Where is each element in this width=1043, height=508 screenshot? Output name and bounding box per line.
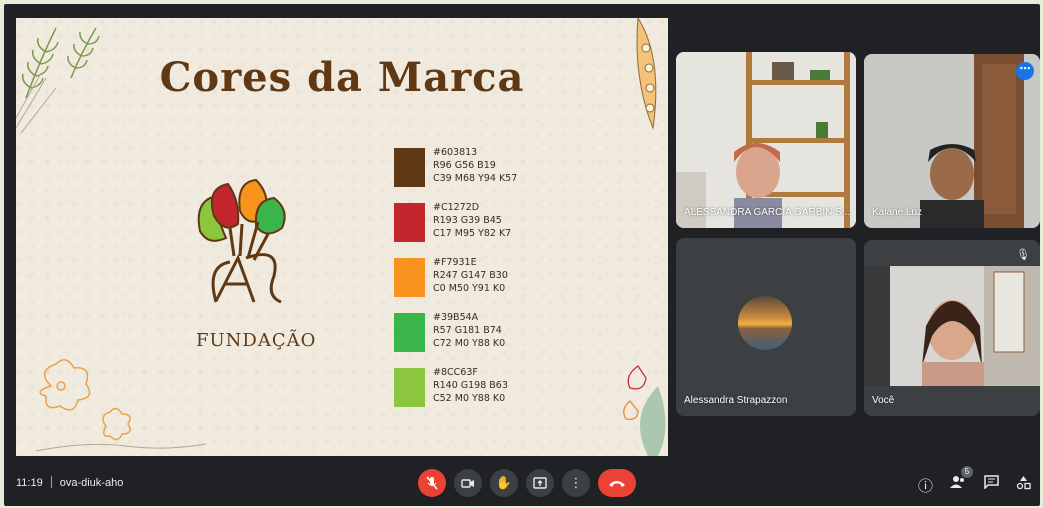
- color-codes: #39B54A R57 G181 B74 C72 M0 Y88 K0: [433, 312, 506, 349]
- foundation-logo-icon: [197, 178, 286, 304]
- camera-icon[interactable]: [454, 469, 482, 497]
- leaf-decoration-icon: [623, 365, 666, 456]
- mic-off-icon: 🎙: [1016, 249, 1030, 261]
- color-chip: [394, 258, 425, 297]
- mic-off-icon[interactable]: [418, 469, 446, 497]
- participant-name: Kaiane Luz: [872, 207, 923, 218]
- leave-call-icon[interactable]: [598, 469, 636, 497]
- raise-hand-icon[interactable]: ✋: [490, 469, 518, 497]
- flower-decoration-icon: [35, 359, 207, 452]
- logo-wordmark: FUNDAÇÃO: [196, 330, 317, 351]
- presentation-slide: Cores da Marca FUNDAÇÃO #603813 R96 G56 B…: [16, 18, 668, 456]
- participant-tile[interactable]: Alessandra Strapazzon: [676, 238, 856, 416]
- color-codes: #F7931E R247 G147 B30 C0 M50 Y91 K0: [433, 257, 508, 294]
- slide-title: Cores da Marca: [159, 54, 525, 101]
- meet-window: Cores da Marca FUNDAÇÃO #603813 R96 G56 B…: [4, 4, 1040, 506]
- people-icon[interactable]: [950, 475, 966, 493]
- info-icon[interactable]: ⓘ: [918, 475, 933, 496]
- participant-name: ALESSANDRA GARCIA GARBIN S...: [684, 207, 851, 218]
- present-screen-icon[interactable]: [526, 469, 554, 497]
- color-codes: #C1272D R193 G39 B45 C17 M95 Y82 K7: [433, 202, 512, 239]
- participant-video: [676, 52, 856, 228]
- current-time: 11:19: [16, 477, 43, 489]
- color-codes: #603813 R96 G56 B19 C39 M68 Y94 K57: [433, 147, 518, 184]
- participant-video: [864, 54, 1040, 228]
- meeting-code[interactable]: ova-diuk-aho: [60, 477, 124, 489]
- meeting-info: 11:19 ova-diuk-aho: [16, 476, 123, 489]
- more-options-icon[interactable]: ⋮: [562, 469, 590, 497]
- color-chip: [394, 148, 425, 187]
- more-options-icon[interactable]: ⋯: [1016, 62, 1034, 80]
- color-codes: #8CC63F R140 G198 B63 C52 M0 Y88 K0: [433, 367, 508, 404]
- participant-tile[interactable]: ⋯ Kaiane Luz: [864, 54, 1040, 228]
- chat-icon[interactable]: [984, 475, 999, 493]
- avatar: [738, 296, 792, 350]
- color-chip: [394, 203, 425, 242]
- color-chip: [394, 368, 425, 407]
- divider: [50, 476, 52, 488]
- participant-tile[interactable]: 🎙 Você: [864, 240, 1040, 416]
- activities-icon[interactable]: [1016, 475, 1031, 494]
- participant-video: [864, 266, 1040, 386]
- color-chip: [394, 313, 425, 352]
- participant-tile[interactable]: ALESSANDRA GARCIA GARBIN S...: [676, 52, 856, 228]
- participant-name: Você: [872, 395, 895, 406]
- participant-name: Alessandra Strapazzon: [684, 395, 788, 406]
- call-controls-bar: 11:19 ova-diuk-aho ✋ ⋮ ⓘ 5: [4, 462, 1040, 506]
